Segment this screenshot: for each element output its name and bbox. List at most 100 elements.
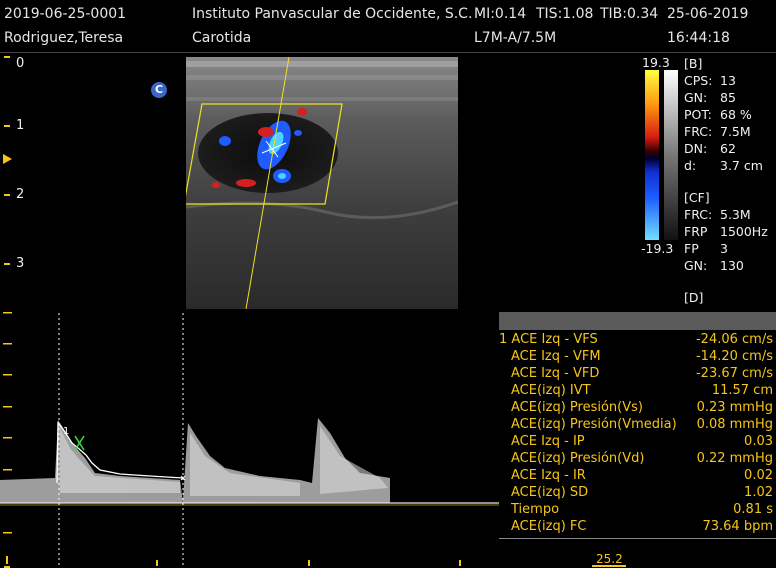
measurement-row[interactable]: ACE Izq - IR 0.02 (499, 468, 776, 485)
depth-label-1: 1 (16, 118, 25, 133)
depth-tick (4, 125, 10, 127)
depth-label-3: 3 (16, 256, 25, 271)
param-label: FRC: (684, 207, 713, 222)
measurement-label: ACE(izq) Presión(Vd) (511, 451, 645, 466)
measurement-row[interactable]: 1 ACE Izq - VFS -24.06 cm/s (499, 332, 776, 349)
patient-name: Rodriguez,Teresa (4, 30, 124, 46)
measurement-row[interactable]: ACE(izq) SD 1.02 (499, 485, 776, 502)
measurement-row[interactable]: ACE(izq) Presión(Vd) 0.22 mmHg (499, 451, 776, 468)
flow-red (212, 182, 220, 188)
time-scale-bar (592, 565, 626, 567)
d-mode-title: [D] (684, 290, 704, 305)
measurement-label: 1 ACE Izq - VFS (499, 332, 598, 347)
measurement-label: Tiempo (511, 502, 560, 517)
flow-red (297, 108, 307, 116)
ultrasound-image[interactable] (186, 57, 458, 309)
time-scale-readout: 25.2 (596, 552, 623, 566)
spectral-doppler-trace[interactable]: 1 (0, 308, 499, 568)
measurement-label: ACE(izq) SD (511, 485, 589, 500)
b-mode-title: [B] (684, 56, 703, 71)
measurement-label: ACE Izq - VFD (511, 366, 600, 381)
institution-name: Instituto Panvascular de Occidente, S.C. (192, 6, 473, 22)
measurement-label: ACE(izq) Presión(Vmedia) (511, 417, 677, 432)
measurement-value: 0.22 mmHg (696, 451, 773, 466)
param-label: DN: (684, 141, 708, 156)
flow-blue (294, 130, 302, 136)
cursor-label: 1 (63, 426, 69, 437)
param-value: 68 % (720, 107, 752, 122)
color-scale-top: 19.3 (642, 55, 670, 70)
patient-id: 2019-06-25-0001 (4, 6, 127, 22)
param-value: 3 (720, 241, 728, 256)
param-value: 5.3M (720, 207, 751, 222)
focus-marker-icon[interactable] (3, 154, 12, 164)
measurement-row[interactable]: ACE(izq) Presión(Vmedia) 0.08 mmHg (499, 417, 776, 434)
param-value: 85 (720, 90, 736, 105)
exam-type: Carotida (192, 30, 252, 46)
tis-readout: TIS:1.08 (536, 6, 594, 22)
measurement-label: ACE Izq - VFM (511, 349, 601, 364)
measurement-row[interactable]: ACE(izq) Presión(Vs) 0.23 mmHg (499, 400, 776, 417)
header-divider (0, 52, 776, 53)
measurement-row[interactable]: ACE Izq - VFD -23.67 cm/s (499, 366, 776, 383)
param-label: GN: (684, 90, 708, 105)
depth-tick (4, 56, 10, 58)
depth-tick (4, 194, 10, 196)
measurement-row[interactable]: ACE(izq) FC 73.64 bpm (499, 519, 776, 536)
measurement-label: ACE(izq) FC (511, 519, 587, 534)
measurement-label: ACE Izq - IR (511, 468, 586, 483)
param-label: GN: (684, 258, 708, 273)
measurement-value: 0.23 mmHg (696, 400, 773, 415)
param-label: POT: (684, 107, 712, 122)
measurement-panel-border (499, 538, 776, 539)
measurement-value: 0.81 s (733, 502, 773, 517)
param-label: FRP (684, 224, 708, 239)
measurement-row[interactable]: ACE Izq - IP 0.03 (499, 434, 776, 451)
flow-red (236, 179, 256, 187)
measurement-value: 0.08 mmHg (696, 417, 773, 432)
color-scale-bottom: -19.3 (641, 241, 674, 256)
param-value: 7.5M (720, 124, 751, 139)
measurement-value: -14.20 cm/s (695, 349, 773, 364)
measurement-value: 73.64 bpm (702, 519, 773, 534)
param-label: FRC: (684, 124, 713, 139)
measurement-label: ACE Izq - IP (511, 434, 585, 449)
param-label: FP (684, 241, 699, 256)
param-value: 1500Hz (720, 224, 768, 239)
measurement-row[interactable]: ACE(izq) IVT 11.57 cm (499, 383, 776, 400)
tib-readout: TIB:0.34 (600, 6, 659, 22)
param-label: d: (684, 158, 697, 173)
measurement-value: 0.03 (744, 434, 773, 449)
param-value: 13 (720, 73, 736, 88)
measurement-row[interactable]: ACE Izq - VFM -14.20 cm/s (499, 349, 776, 366)
depth-label-2: 2 (16, 187, 25, 202)
param-value: 3.7 cm (720, 158, 763, 173)
measurement-value: 0.02 (744, 468, 773, 483)
param-value: 130 (720, 258, 744, 273)
exam-date: 25-06-2019 (667, 6, 749, 22)
flow-blue (219, 136, 231, 146)
measurement-row[interactable]: Tiempo 0.81 s (499, 502, 776, 519)
probe-label: L7M-A/7.5M (474, 30, 557, 46)
exam-time: 16:44:18 (667, 30, 730, 46)
flow-aliasing (278, 173, 286, 179)
fascia-layer (186, 75, 458, 80)
skin-layer (186, 61, 458, 67)
region-marker-c-icon[interactable]: C (151, 82, 167, 98)
measurement-value: -23.67 cm/s (695, 366, 773, 381)
fascia-layer (186, 97, 458, 101)
measurement-panel-header (499, 312, 776, 330)
velocity-marker-icon[interactable] (74, 435, 85, 451)
param-value: 62 (720, 141, 736, 156)
measurement-value: 11.57 cm (711, 383, 773, 398)
mi-readout: MI:0.14 (474, 6, 527, 22)
measurement-label: ACE(izq) IVT (511, 383, 591, 398)
color-velocity-bar (645, 70, 659, 240)
param-label: CPS: (684, 73, 713, 88)
cf-mode-title: [CF] (684, 190, 710, 205)
gray-map-bar (664, 70, 678, 240)
measurement-label: ACE(izq) Presión(Vs) (511, 400, 643, 415)
measurement-value: 1.02 (744, 485, 773, 500)
measurement-value: -24.06 cm/s (695, 332, 773, 347)
depth-tick (4, 263, 10, 265)
